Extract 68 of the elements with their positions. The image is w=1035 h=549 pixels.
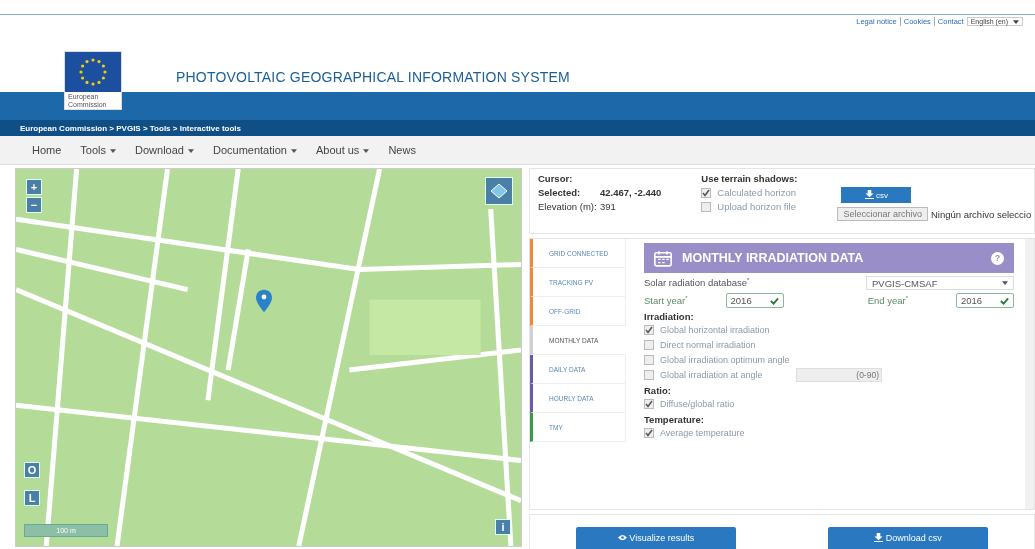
choose-file-button[interactable]: Seleccionar archivo xyxy=(837,207,928,221)
file-status: Ningún archivo seleccio xyxy=(930,208,1032,220)
field-label: End year$^{*}$ xyxy=(867,294,908,307)
selected-value: 42.467, -2.440 xyxy=(600,187,662,198)
site-title: PHOTOVOLTAIC GEOGRAPHICAL INFORMATION SYSTEM xyxy=(176,69,570,85)
checkbox[interactable] xyxy=(644,324,654,335)
nav-item[interactable]: Download xyxy=(135,144,194,156)
layers-icon xyxy=(489,181,509,201)
download-icon xyxy=(874,533,884,542)
option-checkbox[interactable]: Global irradiation at angle xyxy=(644,369,774,380)
section-title: Ratio: xyxy=(644,385,672,396)
calendar-icon xyxy=(654,249,672,267)
eye-icon xyxy=(617,533,627,542)
shadows-title: Use terrain shadows: xyxy=(701,173,798,184)
map-o-button[interactable]: O xyxy=(24,462,40,478)
caret-icon xyxy=(110,149,117,153)
check-icon xyxy=(769,296,779,305)
caret-icon xyxy=(290,149,297,153)
panel-title: MONTHLY IRRADIATION DATA xyxy=(682,251,865,265)
eu-flag-icon xyxy=(65,52,121,92)
help-button[interactable]: ? xyxy=(991,251,1004,265)
section-title: Irradiation: xyxy=(644,311,695,322)
checkbox[interactable] xyxy=(701,187,712,198)
nav-item[interactable]: News xyxy=(388,144,416,156)
field-label: Solar radiation database$^{*}$ xyxy=(644,277,750,289)
end-year-field[interactable]: 2016 xyxy=(956,293,1014,308)
action-button[interactable]: Visualize results xyxy=(576,527,736,549)
checkbox[interactable] xyxy=(644,369,654,380)
checkbox[interactable] xyxy=(644,339,654,350)
elevation-value: 391 xyxy=(600,201,616,212)
breadcrumb: European Commission > PVGIS > Tools > Interactive tools xyxy=(20,123,242,133)
option-checkbox[interactable]: Global irradiation optimum angle xyxy=(644,354,790,365)
zoom-in-button[interactable]: + xyxy=(26,179,42,195)
download-icon xyxy=(864,190,874,199)
caret-icon xyxy=(187,149,194,153)
option-checkbox[interactable]: Average temperature xyxy=(644,427,774,438)
caret-icon xyxy=(1013,20,1019,24)
nav-item[interactable]: Tools xyxy=(80,144,117,156)
nav-item[interactable]: Home xyxy=(32,144,62,156)
nav-item[interactable]: About us xyxy=(315,144,370,156)
location-pin-icon[interactable] xyxy=(256,289,272,313)
horizon-option[interactable]: Upload horizon file xyxy=(701,201,798,212)
zoom-out-button[interactable]: − xyxy=(26,197,42,213)
checkbox[interactable] xyxy=(644,354,654,365)
csv-button[interactable]: csv xyxy=(841,187,912,203)
check-icon xyxy=(1000,296,1009,305)
checkbox[interactable] xyxy=(644,398,654,409)
map-l-button[interactable]: L xyxy=(24,490,40,506)
section-title: Temperature: xyxy=(644,414,705,425)
option-checkbox[interactable]: Global horizontal irradiation xyxy=(644,324,774,335)
field-label: Start year$^{*}$ xyxy=(644,294,688,307)
checkbox[interactable] xyxy=(644,427,654,438)
info-button[interactable]: i xyxy=(495,519,511,535)
cursor-label: Cursor: xyxy=(538,173,574,184)
caret-icon xyxy=(363,149,370,153)
nav-item[interactable]: Documentation xyxy=(212,144,297,156)
database-select[interactable]: PVGIS-CMSAF xyxy=(866,276,1014,290)
layers-button[interactable] xyxy=(485,177,513,205)
caret-icon xyxy=(1002,281,1008,285)
option-checkbox[interactable]: Direct normal irradiation xyxy=(644,339,774,350)
horizon-option[interactable]: Calculated horizon xyxy=(701,187,798,198)
action-button[interactable]: Download csv xyxy=(828,527,988,549)
checkbox[interactable] xyxy=(701,201,712,212)
start-year-field[interactable]: 2016 xyxy=(725,293,784,308)
option-checkbox[interactable]: Diffuse/global ratio xyxy=(644,398,774,409)
scrollbar[interactable] xyxy=(1025,239,1034,509)
selected-label: Selected: xyxy=(538,187,582,198)
elevation-label: Elevation (m): xyxy=(538,201,598,212)
